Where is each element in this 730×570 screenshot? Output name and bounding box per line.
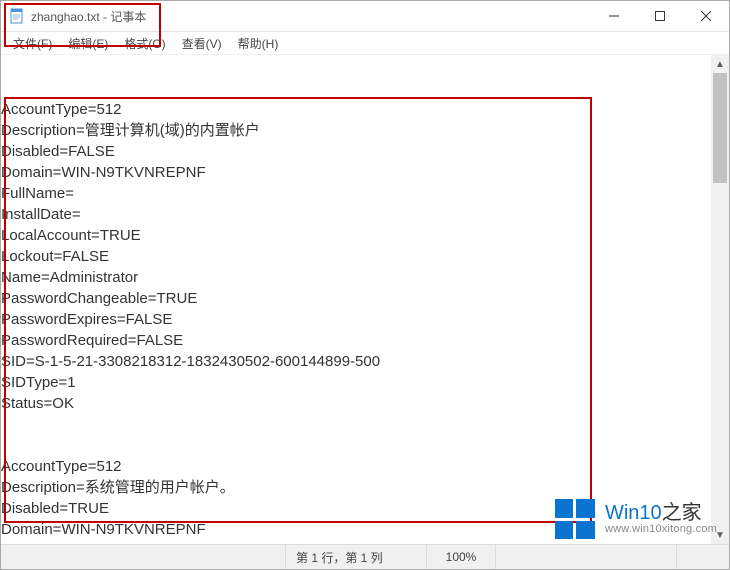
- window-title: zhanghao.txt - 记事本: [31, 8, 146, 25]
- menu-help[interactable]: 帮助(H): [230, 34, 287, 53]
- menu-file[interactable]: 文件(F): [5, 34, 60, 53]
- window-frame: zhanghao.txt - 记事本 文件(F) 编辑(E) 格式(O) 查看(…: [0, 0, 730, 570]
- status-bar: 第 1 行，第 1 列 100%: [1, 544, 729, 569]
- title-bar: zhanghao.txt - 记事本: [1, 1, 729, 32]
- window-controls: [591, 1, 729, 31]
- menu-view[interactable]: 查看(V): [174, 34, 230, 53]
- text-content[interactable]: AccountType=512 Description=管理计算机(域)的内置帐…: [1, 55, 711, 544]
- maximize-button[interactable]: [637, 1, 683, 31]
- status-position: 第 1 行，第 1 列: [285, 545, 426, 569]
- menu-edit[interactable]: 编辑(E): [60, 34, 116, 53]
- status-extra: [495, 545, 676, 569]
- scroll-down-arrow-icon[interactable]: ▼: [711, 526, 729, 544]
- vertical-scrollbar[interactable]: ▲ ▼: [711, 55, 729, 544]
- close-button[interactable]: [683, 1, 729, 31]
- minimize-button[interactable]: [591, 1, 637, 31]
- text-area: AccountType=512 Description=管理计算机(域)的内置帐…: [1, 55, 729, 544]
- scrollbar-track[interactable]: [711, 73, 729, 526]
- status-zoom: 100%: [426, 545, 495, 569]
- menu-format[interactable]: 格式(O): [116, 34, 173, 53]
- notepad-icon: [9, 8, 25, 24]
- status-encoding: [676, 545, 729, 569]
- scrollbar-thumb[interactable]: [713, 73, 727, 183]
- scroll-up-arrow-icon[interactable]: ▲: [711, 55, 729, 73]
- menu-bar: 文件(F) 编辑(E) 格式(O) 查看(V) 帮助(H): [1, 32, 729, 55]
